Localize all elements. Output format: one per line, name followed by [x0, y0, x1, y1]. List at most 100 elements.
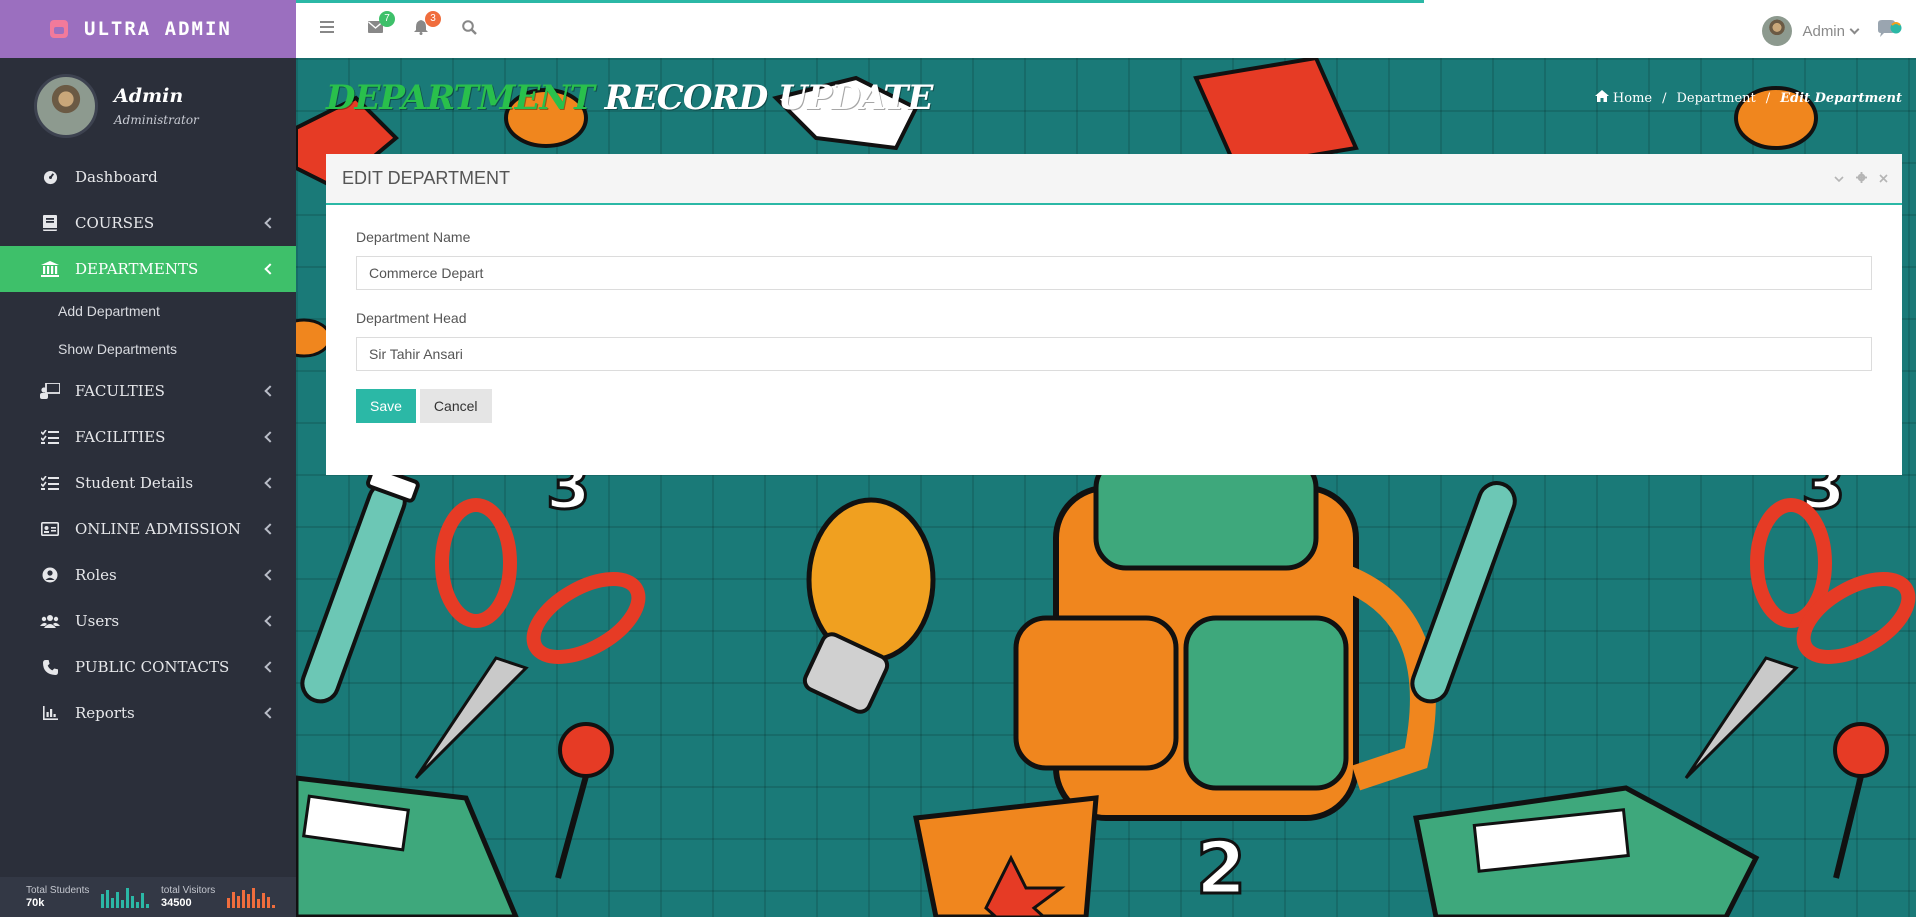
department-name-field[interactable] — [356, 256, 1872, 290]
sidebar-item-label: PUBLIC CONTACTS — [75, 658, 230, 676]
chevron-left-icon — [264, 523, 276, 535]
chevron-left-icon — [264, 615, 276, 627]
avatar[interactable] — [1762, 16, 1793, 46]
chevron-left-icon — [264, 707, 276, 719]
breadcrumb-home[interactable]: Home — [1613, 91, 1652, 106]
sidebar-item-faculties[interactable]: FACULTIES — [0, 368, 296, 414]
chevron-left-icon — [264, 569, 276, 581]
user-profile: Admin Administrator — [0, 58, 296, 154]
sidebar-item-facilities[interactable]: FACILITIES — [0, 414, 296, 460]
breadcrumb-separator: / — [1765, 90, 1771, 106]
form-actions: Save Cancel — [356, 389, 1872, 423]
sidebar-item-label: COURSES — [75, 214, 155, 232]
sidebar-item-label: Users — [75, 612, 120, 630]
sparkline — [101, 886, 150, 908]
panel-header: EDIT DEPARTMENT — [326, 154, 1902, 205]
menu-icon[interactable] — [318, 20, 336, 38]
page-title-part1: DEPARTMENT — [326, 78, 595, 118]
database-icon — [50, 20, 68, 38]
sidebar: ULTRA ADMIN Admin Administrator Dashboar… — [0, 0, 296, 917]
sidebar-item-reports[interactable]: Reports — [0, 690, 296, 736]
brand-name: ULTRA ADMIN — [84, 18, 232, 40]
sidebar-item-online-admission[interactable]: ONLINE ADMISSION — [0, 506, 296, 552]
bell-icon[interactable]: 3 — [412, 11, 441, 38]
edit-department-panel: EDIT DEPARTMENT Department Name Departme… — [326, 154, 1902, 475]
sidebar-subitem-add-department[interactable]: Add Department — [0, 292, 296, 330]
chevron-left-icon — [264, 217, 276, 229]
gear-icon[interactable] — [1856, 171, 1867, 186]
notifications-badge: 3 — [425, 11, 441, 27]
sidebar-item-label: DEPARTMENTS — [75, 260, 199, 278]
page-title: DEPARTMENT RECORD UPDATE — [326, 78, 934, 118]
sidebar-item-student-details[interactable]: Student Details — [0, 460, 296, 506]
chevron-left-icon — [264, 385, 276, 397]
bar-chart-icon — [40, 704, 60, 722]
collapse-icon[interactable] — [1834, 171, 1844, 186]
home-icon — [1594, 90, 1609, 106]
avatar[interactable] — [34, 74, 98, 138]
save-button[interactable]: Save — [356, 389, 416, 423]
department-head-field[interactable] — [356, 337, 1872, 371]
sidebar-menu: Dashboard COURSES DEPARTMENTS Add Depart… — [0, 154, 296, 736]
sparkline — [227, 886, 276, 908]
panel-body: Department Name Department Head Save Can… — [326, 205, 1902, 447]
breadcrumb-current: Edit Department — [1780, 90, 1902, 106]
chevron-left-icon — [264, 477, 276, 489]
sidebar-item-public-contacts[interactable]: PUBLIC CONTACTS — [0, 644, 296, 690]
sidebar-item-dashboard[interactable]: Dashboard — [0, 154, 296, 200]
bank-icon — [40, 260, 60, 278]
id-card-icon — [40, 520, 60, 538]
breadcrumb-separator: / — [1662, 90, 1667, 106]
sidebar-item-courses[interactable]: COURSES — [0, 200, 296, 246]
chevron-left-icon — [264, 661, 276, 673]
users-icon — [40, 612, 60, 630]
page-title-part2: RECORD UPDATE — [604, 78, 934, 118]
topbar-user-name[interactable]: Admin — [1802, 23, 1845, 40]
book-icon — [40, 214, 60, 232]
messages-badge: 7 — [379, 11, 395, 27]
sidebar-item-label: Reports — [75, 704, 135, 722]
sidebar-item-label: Student Details — [75, 474, 194, 492]
sidebar-item-departments[interactable]: DEPARTMENTS — [0, 246, 296, 292]
list-icon — [40, 428, 60, 446]
sidebar-item-label: FACILITIES — [75, 428, 166, 446]
sidebar-item-label: Roles — [75, 566, 117, 584]
brand[interactable]: ULTRA ADMIN — [0, 0, 296, 58]
list-icon — [40, 474, 60, 492]
sidebar-subitem-show-departments[interactable]: Show Departments — [0, 330, 296, 368]
breadcrumb-department[interactable]: Department — [1676, 91, 1755, 106]
stat-label: Total Students — [26, 885, 90, 896]
search-icon[interactable] — [460, 20, 478, 38]
department-head-label: Department Head — [356, 310, 467, 326]
profile-role: Administrator — [114, 113, 199, 127]
user-menu[interactable]: Admin — [1762, 16, 1902, 46]
close-icon[interactable] — [1879, 171, 1888, 186]
user-circle-icon — [40, 566, 60, 584]
chevron-left-icon — [264, 431, 276, 443]
sidebar-item-label: FACULTIES — [75, 382, 165, 400]
panel-title: EDIT DEPARTMENT — [342, 168, 511, 188]
topbar: 7 3 Admin — [296, 0, 1916, 58]
sidebar-item-roles[interactable]: Roles — [0, 552, 296, 598]
profile-name: Admin — [114, 85, 184, 107]
stat-total-visitors: total Visitors 34500 — [161, 884, 296, 910]
teacher-icon — [40, 382, 60, 400]
envelope-icon[interactable]: 7 — [366, 11, 395, 38]
main-content: 3 2 3 DEPARTMENT RECORD UPDATE Home / De… — [296, 58, 1916, 917]
footer-stats: Total Students 70k total Visitors 34500 — [0, 877, 296, 917]
stat-value: 34500 — [161, 897, 192, 909]
sidebar-item-users[interactable]: Users — [0, 598, 296, 644]
department-name-label: Department Name — [356, 229, 471, 245]
breadcrumb: Home / Department / Edit Department — [1594, 90, 1902, 106]
stat-label: total Visitors — [161, 885, 216, 896]
sidebar-item-label: Dashboard — [75, 168, 158, 186]
chat-icon[interactable] — [1876, 19, 1902, 43]
stat-value: 70k — [26, 897, 45, 909]
panel-tools — [1834, 171, 1888, 186]
sidebar-item-label: ONLINE ADMISSION — [75, 520, 241, 538]
phone-icon — [40, 658, 60, 676]
chevron-left-icon — [264, 263, 276, 275]
cancel-button[interactable]: Cancel — [419, 389, 492, 423]
svg-text:2: 2 — [1196, 826, 1246, 910]
chevron-down-icon — [1849, 24, 1860, 34]
